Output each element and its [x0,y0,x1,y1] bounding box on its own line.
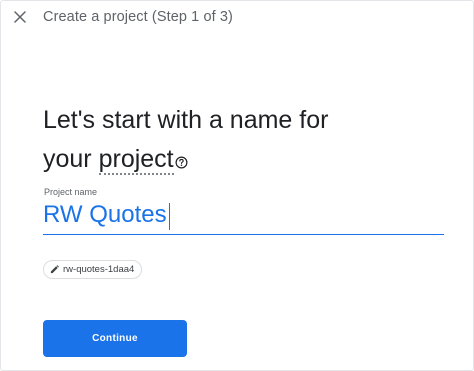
project-id-text: rw-quotes-1daa4 [63,264,135,275]
heading-line-1: Let's start with a name for [43,106,329,134]
dialog-header: Create a project (Step 1 of 3) [1,1,473,35]
close-button[interactable] [9,6,31,28]
create-project-dialog: Create a project (Step 1 of 3) Let's sta… [0,0,474,371]
project-id-chip[interactable]: rw-quotes-1daa4 [43,260,143,279]
project-name-label: Project name [44,187,98,197]
pencil-icon [50,265,59,274]
project-name-input[interactable] [43,198,443,232]
project-name-underline [43,234,444,235]
dialog-title: Create a project (Step 1 of 3) [43,9,233,25]
project-term-link[interactable]: project [98,145,174,175]
continue-button[interactable]: Continue [43,320,187,357]
help-circle-icon[interactable] [175,142,188,181]
heading-prefix: your [43,145,99,173]
close-icon [14,11,26,23]
text-caret [169,203,170,230]
page-heading: Let's start with a name for your project [43,101,453,181]
